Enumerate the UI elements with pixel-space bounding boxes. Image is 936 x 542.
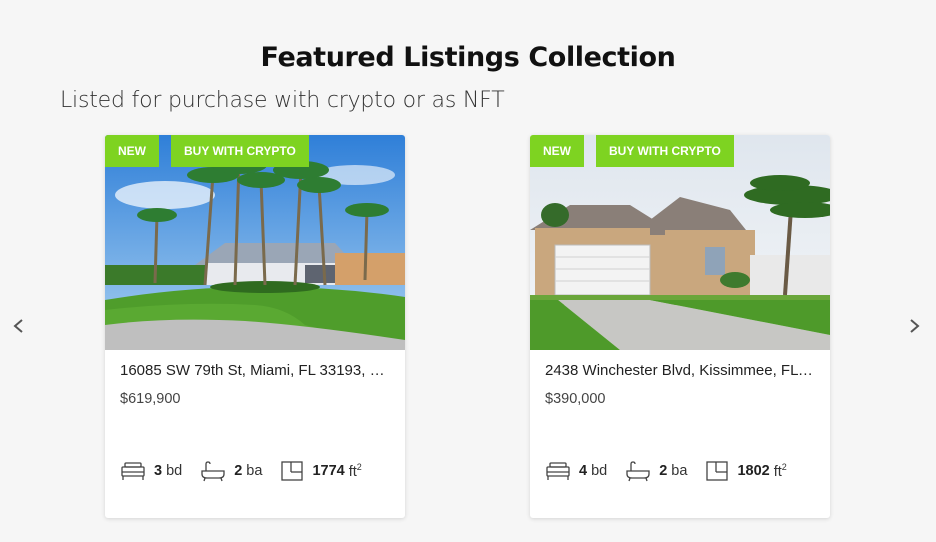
listing-card[interactable]: NEW BUY WITH CRYPTO 2438 Winchester Blvd…	[530, 135, 830, 518]
area-stat: 1774 ft2	[280, 460, 362, 482]
floorplan-icon	[281, 461, 304, 481]
bathtub-icon	[201, 461, 225, 482]
baths-count: 2	[234, 463, 243, 479]
baths-count: 2	[659, 463, 668, 479]
listing-stats: 3 bd 2 ba 1774 ft2	[120, 459, 380, 483]
beds-stat: 4 bd	[545, 460, 607, 482]
beds-unit: bd	[166, 463, 183, 479]
listing-photo	[105, 135, 405, 350]
baths-unit: ba	[246, 463, 263, 479]
page-subtitle: Listed for purchase with crypto or as NF…	[60, 88, 505, 113]
listing-card[interactable]: NEW BUY WITH CRYPTO 16085 SW 79th St, Mi…	[105, 135, 405, 518]
baths-unit: ba	[671, 463, 688, 479]
beds-stat: 3 bd	[120, 460, 182, 482]
listing-stats: 4 bd 2 ba 1802 ft2	[545, 459, 805, 483]
baths-stat: 2 ba	[200, 460, 262, 482]
listing-price: $619,900	[120, 391, 181, 407]
listing-price: $390,000	[545, 391, 606, 407]
listing-photo	[530, 135, 830, 350]
bed-icon	[121, 462, 145, 480]
bed-icon	[546, 462, 570, 480]
new-badge: NEW	[530, 135, 584, 167]
listing-address: 2438 Winchester Blvd, Kissimmee, FL 3474…	[545, 362, 817, 379]
beds-unit: bd	[591, 463, 608, 479]
chevron-left-icon	[13, 319, 23, 333]
bathtub-icon	[626, 461, 650, 482]
area-unit: ft2	[348, 462, 362, 480]
listing-address: 16085 SW 79th St, Miami, FL 33193, USA	[120, 362, 392, 379]
beds-count: 3	[154, 463, 163, 479]
baths-stat: 2 ba	[625, 460, 687, 482]
area-value: 1802	[737, 463, 770, 479]
chevron-right-icon	[910, 319, 920, 333]
carousel-next-button[interactable]	[902, 312, 926, 340]
area-unit: ft2	[773, 462, 787, 480]
area-stat: 1802 ft2	[705, 460, 787, 482]
page-title: Featured Listings Collection	[260, 42, 676, 74]
floorplan-icon	[706, 461, 729, 481]
buy-with-crypto-badge: BUY WITH CRYPTO	[596, 135, 734, 167]
buy-with-crypto-badge: BUY WITH CRYPTO	[171, 135, 309, 167]
beds-count: 4	[579, 463, 588, 479]
carousel-prev-button[interactable]	[6, 312, 30, 340]
new-badge: NEW	[105, 135, 159, 167]
area-value: 1774	[312, 463, 345, 479]
